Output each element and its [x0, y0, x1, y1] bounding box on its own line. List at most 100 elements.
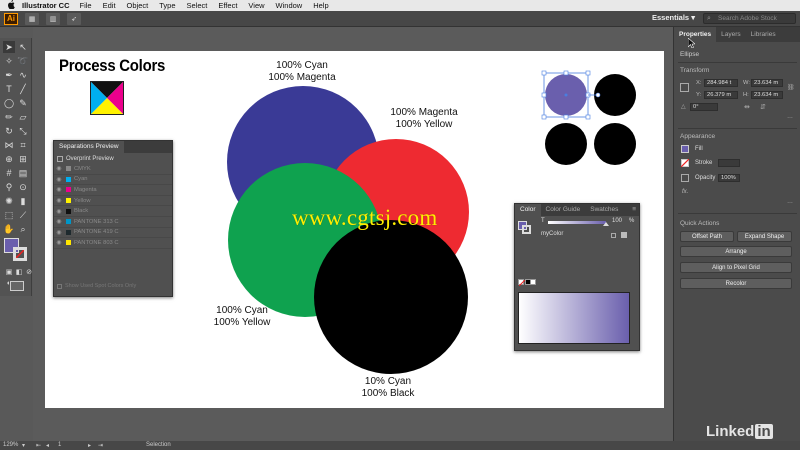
tab-libraries[interactable]: Libraries	[746, 27, 781, 42]
menu-select[interactable]: Select	[187, 1, 208, 10]
paintbrush-tool-icon[interactable]: ✎	[17, 97, 29, 109]
tab-color[interactable]: Color	[515, 204, 541, 216]
first-artboard-icon[interactable]: ⇤	[36, 442, 41, 449]
tint-slider-handle[interactable]	[603, 222, 609, 226]
show-used-spot-checkbox[interactable]	[57, 283, 62, 289]
tab-separations-preview[interactable]: Separations Preview	[54, 141, 124, 153]
type-tool-icon[interactable]: T	[3, 83, 15, 95]
shape-builder-tool-icon[interactable]: ⊕	[3, 153, 15, 165]
menu-object[interactable]: Object	[127, 1, 149, 10]
stroke-label[interactable]: Stroke	[695, 160, 712, 166]
align-to-pixel-grid-button[interactable]: Align to Pixel Grid	[680, 262, 792, 273]
h-field[interactable]: 23.634 m	[751, 91, 783, 99]
pen-tool-icon[interactable]: ✒	[3, 69, 15, 81]
tab-properties[interactable]: Properties	[674, 27, 717, 42]
slice-tool-icon[interactable]: ⟋	[17, 209, 29, 221]
stroke-color-swatch[interactable]	[681, 159, 689, 167]
visibility-eye-icon[interactable]: ◉	[54, 218, 64, 225]
angle-field[interactable]: 0°	[690, 103, 718, 111]
gpu-performance-icon[interactable]: ➶	[67, 12, 81, 25]
separation-row[interactable]: ◉ CMYK	[54, 164, 172, 175]
flip-horizontal-icon[interactable]: ⇹	[744, 103, 750, 111]
search-adobe-stock-input[interactable]: ⌕ Search Adobe Stock	[703, 13, 796, 24]
screen-mode-button[interactable]	[10, 281, 24, 291]
overprint-checkbox[interactable]	[57, 155, 63, 162]
next-artboard-icon[interactable]: ▸	[88, 442, 91, 449]
tab-swatches[interactable]: Swatches	[585, 204, 623, 216]
panel-menu-icon[interactable]: ≡	[632, 204, 639, 216]
visibility-eye-icon[interactable]: ◉	[54, 176, 64, 183]
direct-selection-tool-icon[interactable]: ↖	[17, 41, 29, 53]
none-swatch[interactable]	[518, 279, 525, 286]
constrain-proportions-icon[interactable]: ⛓	[787, 84, 795, 91]
zoom-level[interactable]: 129%	[3, 442, 18, 448]
color-ramp[interactable]	[518, 292, 630, 344]
app-menu[interactable]: Illustrator CC	[22, 1, 70, 10]
scale-tool-icon[interactable]: ⤡	[17, 125, 29, 137]
hand-tool-icon[interactable]: ✋	[3, 223, 15, 235]
menu-type[interactable]: Type	[159, 1, 175, 10]
separation-row[interactable]: ◉ PANTONE 313 C	[54, 217, 172, 228]
rotate-tool-icon[interactable]: ↻	[3, 125, 15, 137]
fill-color-swatch[interactable]	[681, 145, 689, 153]
arrange-button[interactable]: Arrange	[680, 246, 792, 257]
graph-tool-icon[interactable]: ▮	[17, 195, 29, 207]
separation-row[interactable]: ◉ Cyan	[54, 175, 172, 186]
tint-slider[interactable]	[548, 221, 606, 224]
perspective-grid-tool-icon[interactable]: ⊞	[17, 153, 29, 165]
line-tool-icon[interactable]: ╱	[17, 83, 29, 95]
more-options-icon[interactable]: …	[787, 114, 793, 120]
pencil-tool-icon[interactable]: ✏	[3, 111, 15, 123]
offset-path-button[interactable]: Offset Path	[680, 231, 734, 242]
width-tool-icon[interactable]: ⋈	[3, 139, 15, 151]
expand-shape-button[interactable]: Expand Shape	[737, 231, 792, 242]
stroke-swatch[interactable]	[13, 247, 27, 261]
separation-row[interactable]: ◉ Yellow	[54, 196, 172, 207]
visibility-eye-icon[interactable]: ◉	[54, 186, 64, 193]
more-options-icon[interactable]: …	[787, 199, 793, 205]
eraser-tool-icon[interactable]: ▱	[17, 111, 29, 123]
previous-artboard-icon[interactable]: ◂	[46, 442, 49, 449]
visibility-eye-icon[interactable]: ◉	[54, 239, 64, 246]
menu-edit[interactable]: Edit	[103, 1, 116, 10]
fill-label[interactable]: Fill	[695, 146, 703, 152]
stroke-weight-field[interactable]	[718, 159, 740, 167]
blend-tool-icon[interactable]: ⊙	[17, 181, 29, 193]
white-swatch[interactable]	[530, 279, 536, 285]
tab-color-guide[interactable]: Color Guide	[541, 204, 586, 216]
visibility-eye-icon[interactable]: ◉	[54, 197, 64, 204]
color-stroke-swatch[interactable]	[522, 225, 531, 234]
x-field[interactable]: 284.984 t	[704, 79, 738, 87]
bridge-icon[interactable]: ▦	[25, 12, 39, 25]
artboard-number[interactable]: 1	[58, 442, 61, 448]
ellipse-tool-icon[interactable]: ◯	[3, 97, 15, 109]
fx-label[interactable]: fx.	[682, 189, 688, 195]
tab-layers[interactable]: Layers	[716, 27, 746, 42]
curvature-tool-icon[interactable]: ∿	[17, 69, 29, 81]
zoom-dropdown-icon[interactable]: ▾	[22, 442, 25, 449]
apple-menu-icon[interactable]	[0, 0, 22, 11]
separation-row[interactable]: ◉ PANTONE 419 C	[54, 228, 172, 239]
last-artboard-icon[interactable]: ⇥	[98, 442, 103, 449]
separation-row[interactable]: ◉ Black	[54, 206, 172, 217]
zoom-tool-icon[interactable]: ⌕	[17, 223, 29, 235]
visibility-eye-icon[interactable]: ◉	[54, 208, 64, 215]
visibility-eye-icon[interactable]: ◉	[54, 229, 64, 236]
menu-view[interactable]: View	[248, 1, 264, 10]
menu-effect[interactable]: Effect	[218, 1, 237, 10]
visibility-eye-icon[interactable]: ◉	[54, 165, 64, 172]
reference-point-icon[interactable]	[680, 83, 689, 92]
symbol-sprayer-tool-icon[interactable]: ✺	[3, 195, 15, 207]
menu-help[interactable]: Help	[313, 1, 328, 10]
arrange-documents-icon[interactable]: ▥	[46, 12, 60, 25]
eyedropper-tool-icon[interactable]: ⚲	[3, 181, 15, 193]
lasso-tool-icon[interactable]: ➰	[17, 55, 29, 67]
menu-file[interactable]: File	[80, 1, 92, 10]
tint-value[interactable]: 100	[612, 218, 622, 224]
mesh-tool-icon[interactable]: #	[3, 167, 15, 179]
menu-window[interactable]: Window	[276, 1, 303, 10]
magic-wand-tool-icon[interactable]: ✧	[3, 55, 15, 67]
gradient-tool-icon[interactable]: ▤	[17, 167, 29, 179]
w-field[interactable]: 23.634 m	[751, 79, 783, 87]
workspace-switcher[interactable]: Essentials ▾	[652, 13, 695, 22]
